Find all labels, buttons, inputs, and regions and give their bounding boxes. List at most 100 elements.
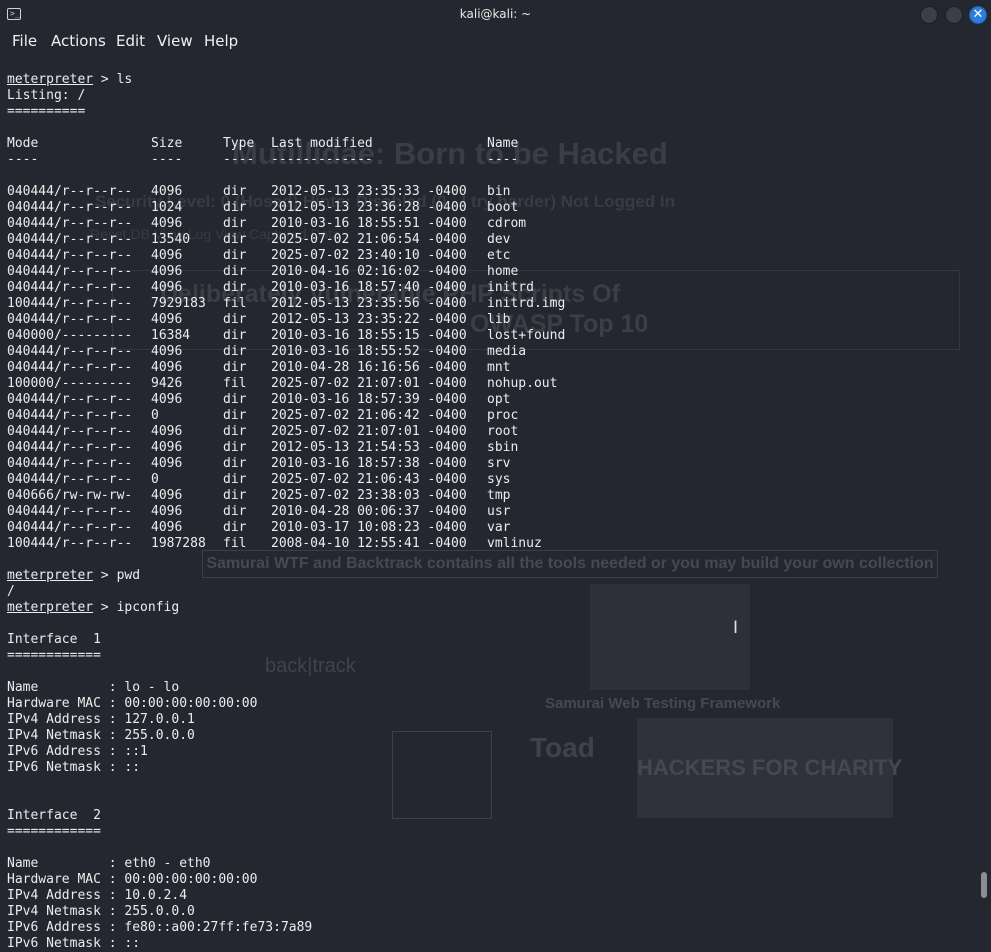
table-row: 040444/r--r--r-- 4096 dir 2010-03-16 18:57:… (7, 456, 977, 472)
file-size: 4096 (151, 440, 183, 455)
menu-view[interactable]: View (157, 32, 193, 50)
file-modified: 2010-04-16 02:16:02 -0400 (271, 264, 467, 279)
file-size: 4096 (151, 456, 183, 471)
file-name: mnt (487, 360, 511, 375)
file-size: 0 (151, 472, 159, 487)
file-mode: 040444/r--r--r-- (7, 472, 133, 487)
file-modified: 2025-07-02 21:06:43 -0400 (271, 472, 467, 487)
table-header-row: Mode Size Type Last modified Name (7, 136, 977, 152)
file-mode: 040444/r--r--r-- (7, 232, 133, 247)
interface-row: Name : lo - lo (7, 680, 977, 696)
file-name: initrd.img (487, 296, 566, 311)
file-name: var (487, 520, 511, 535)
file-type: dir (223, 504, 247, 519)
row-label: IPv6 Netmask : (7, 760, 125, 775)
file-modified: 2025-07-02 21:07:01 -0400 (271, 424, 467, 439)
table-row: 040444/r--r--r-- 4096 dir 2010-03-16 18:57:… (7, 392, 977, 408)
column-header-modified: Last modified (271, 136, 373, 151)
table-row: 040444/r--r--r-- 4096 dir 2010-03-16 18:55:… (7, 344, 977, 360)
table-row: 040444/r--r--r-- 4096 dir 2025-07-02 21:07:… (7, 424, 977, 440)
file-size: 1024 (151, 200, 183, 215)
file-type: dir (223, 488, 247, 503)
column-header-mode: Mode (7, 136, 39, 151)
file-name: initrd (487, 280, 534, 295)
file-type: dir (223, 440, 247, 455)
table-row: 040444/r--r--r-- 4096 dir 2010-04-28 00:06:… (7, 504, 977, 520)
listing-rule: ========== (7, 104, 86, 119)
interface-row: IPv6 Address : fe80::a00:27ff:fe73:7a89 (7, 920, 977, 936)
file-type: dir (223, 264, 247, 279)
prompt-line: meterpreter > ipconfig (7, 600, 977, 616)
menu-help[interactable]: Help (204, 32, 238, 50)
file-mode: 040444/r--r--r-- (7, 200, 133, 215)
file-modified: 2008-04-10 12:55:41 -0400 (271, 536, 467, 551)
table-row: 040444/r--r--r-- 4096 dir 2010-03-17 10:08:… (7, 520, 977, 536)
file-type: dir (223, 232, 247, 247)
interface-heading: Interface 2 (7, 808, 101, 823)
file-name: root (487, 424, 519, 439)
file-type: dir (223, 456, 247, 471)
file-modified: 2012-05-13 21:54:53 -0400 (271, 440, 467, 455)
table-row: 040666/rw-rw-rw- 4096 dir 2025-07-02 23:38:… (7, 488, 977, 504)
file-name: lib (487, 312, 511, 327)
file-size: 0 (151, 408, 159, 423)
row-value: fe80::a00:27ff:fe73:7a89 (124, 920, 313, 935)
file-size: 4096 (151, 312, 183, 327)
file-name: srv (487, 456, 511, 471)
row-value: eth0 - eth0 (124, 856, 211, 871)
row-label: IPv4 Address : (7, 712, 125, 727)
file-size: 13540 (151, 232, 191, 247)
file-name: proc (487, 408, 519, 423)
table-row: 100444/r--r--r-- 7929183 fil 2012-05-13 23:… (7, 296, 977, 312)
row-label: Name : (7, 856, 125, 871)
row-value: 255.0.0.0 (124, 728, 195, 743)
command-text: ipconfig (116, 600, 180, 615)
menu-file[interactable]: File (12, 32, 37, 50)
maximize-button[interactable] (945, 6, 963, 24)
file-size: 4096 (151, 248, 183, 263)
file-size: 9426 (151, 376, 183, 391)
file-mode: 040444/r--r--r-- (7, 392, 133, 407)
file-type: dir (223, 424, 247, 439)
column-header-type: Type (223, 136, 255, 151)
row-value: :: (124, 760, 141, 775)
file-mode: 040444/r--r--r-- (7, 312, 133, 327)
table-row: 040444/r--r--r-- 4096 dir 2025-07-02 23:40:… (7, 248, 977, 264)
header-rule-size: ---- (151, 152, 183, 167)
interface-row: IPv4 Address : 10.0.2.4 (7, 888, 977, 904)
terminal-output[interactable]: meterpreter > ls Listing: / ========== M… (7, 72, 977, 951)
prompt-line: meterpreter > ls (7, 72, 977, 88)
file-modified: 2010-03-16 18:57:39 -0400 (271, 392, 467, 407)
table-row: 040444/r--r--r-- 1024 dir 2012-05-13 23:36:… (7, 200, 977, 216)
close-icon: ✕ (972, 7, 984, 22)
minimize-button[interactable] (920, 6, 938, 24)
table-row: 040444/r--r--r-- 4096 dir 2012-05-13 23:35:… (7, 184, 977, 200)
interface-row: IPv6 Address : ::1 (7, 744, 977, 760)
listing-title: Listing: / (7, 88, 86, 103)
command-text: ls (116, 72, 133, 87)
file-mode: 100444/r--r--r-- (7, 536, 133, 551)
row-value: ::1 (124, 744, 148, 759)
menu-edit[interactable]: Edit (116, 32, 145, 50)
command-text: pwd (116, 568, 141, 583)
scrollbar-thumb[interactable] (981, 872, 987, 898)
window-titlebar[interactable]: >_ kali@kali: ~ ✕ (0, 0, 991, 30)
file-size: 7929183 (151, 296, 206, 311)
file-name: bin (487, 184, 511, 199)
file-size: 4096 (151, 360, 183, 375)
file-name: media (487, 344, 527, 359)
file-modified: 2010-03-16 18:55:52 -0400 (271, 344, 467, 359)
terminal-scrollbar[interactable] (980, 58, 989, 908)
file-name: opt (487, 392, 511, 407)
file-name: usr (487, 504, 511, 519)
interface-row: Hardware MAC : 00:00:00:00:00:00 (7, 696, 977, 712)
menu-actions[interactable]: Actions (51, 32, 106, 50)
file-modified: 2025-07-02 21:06:42 -0400 (271, 408, 467, 423)
file-modified: 2010-04-28 00:06:37 -0400 (271, 504, 467, 519)
close-button[interactable]: ✕ (969, 6, 987, 24)
file-size: 4096 (151, 392, 183, 407)
file-size: 4096 (151, 520, 183, 535)
file-type: fil (223, 536, 247, 551)
file-type: dir (223, 328, 247, 343)
interface-block: Interface 2 ============ Name : eth0 - e… (7, 808, 977, 952)
